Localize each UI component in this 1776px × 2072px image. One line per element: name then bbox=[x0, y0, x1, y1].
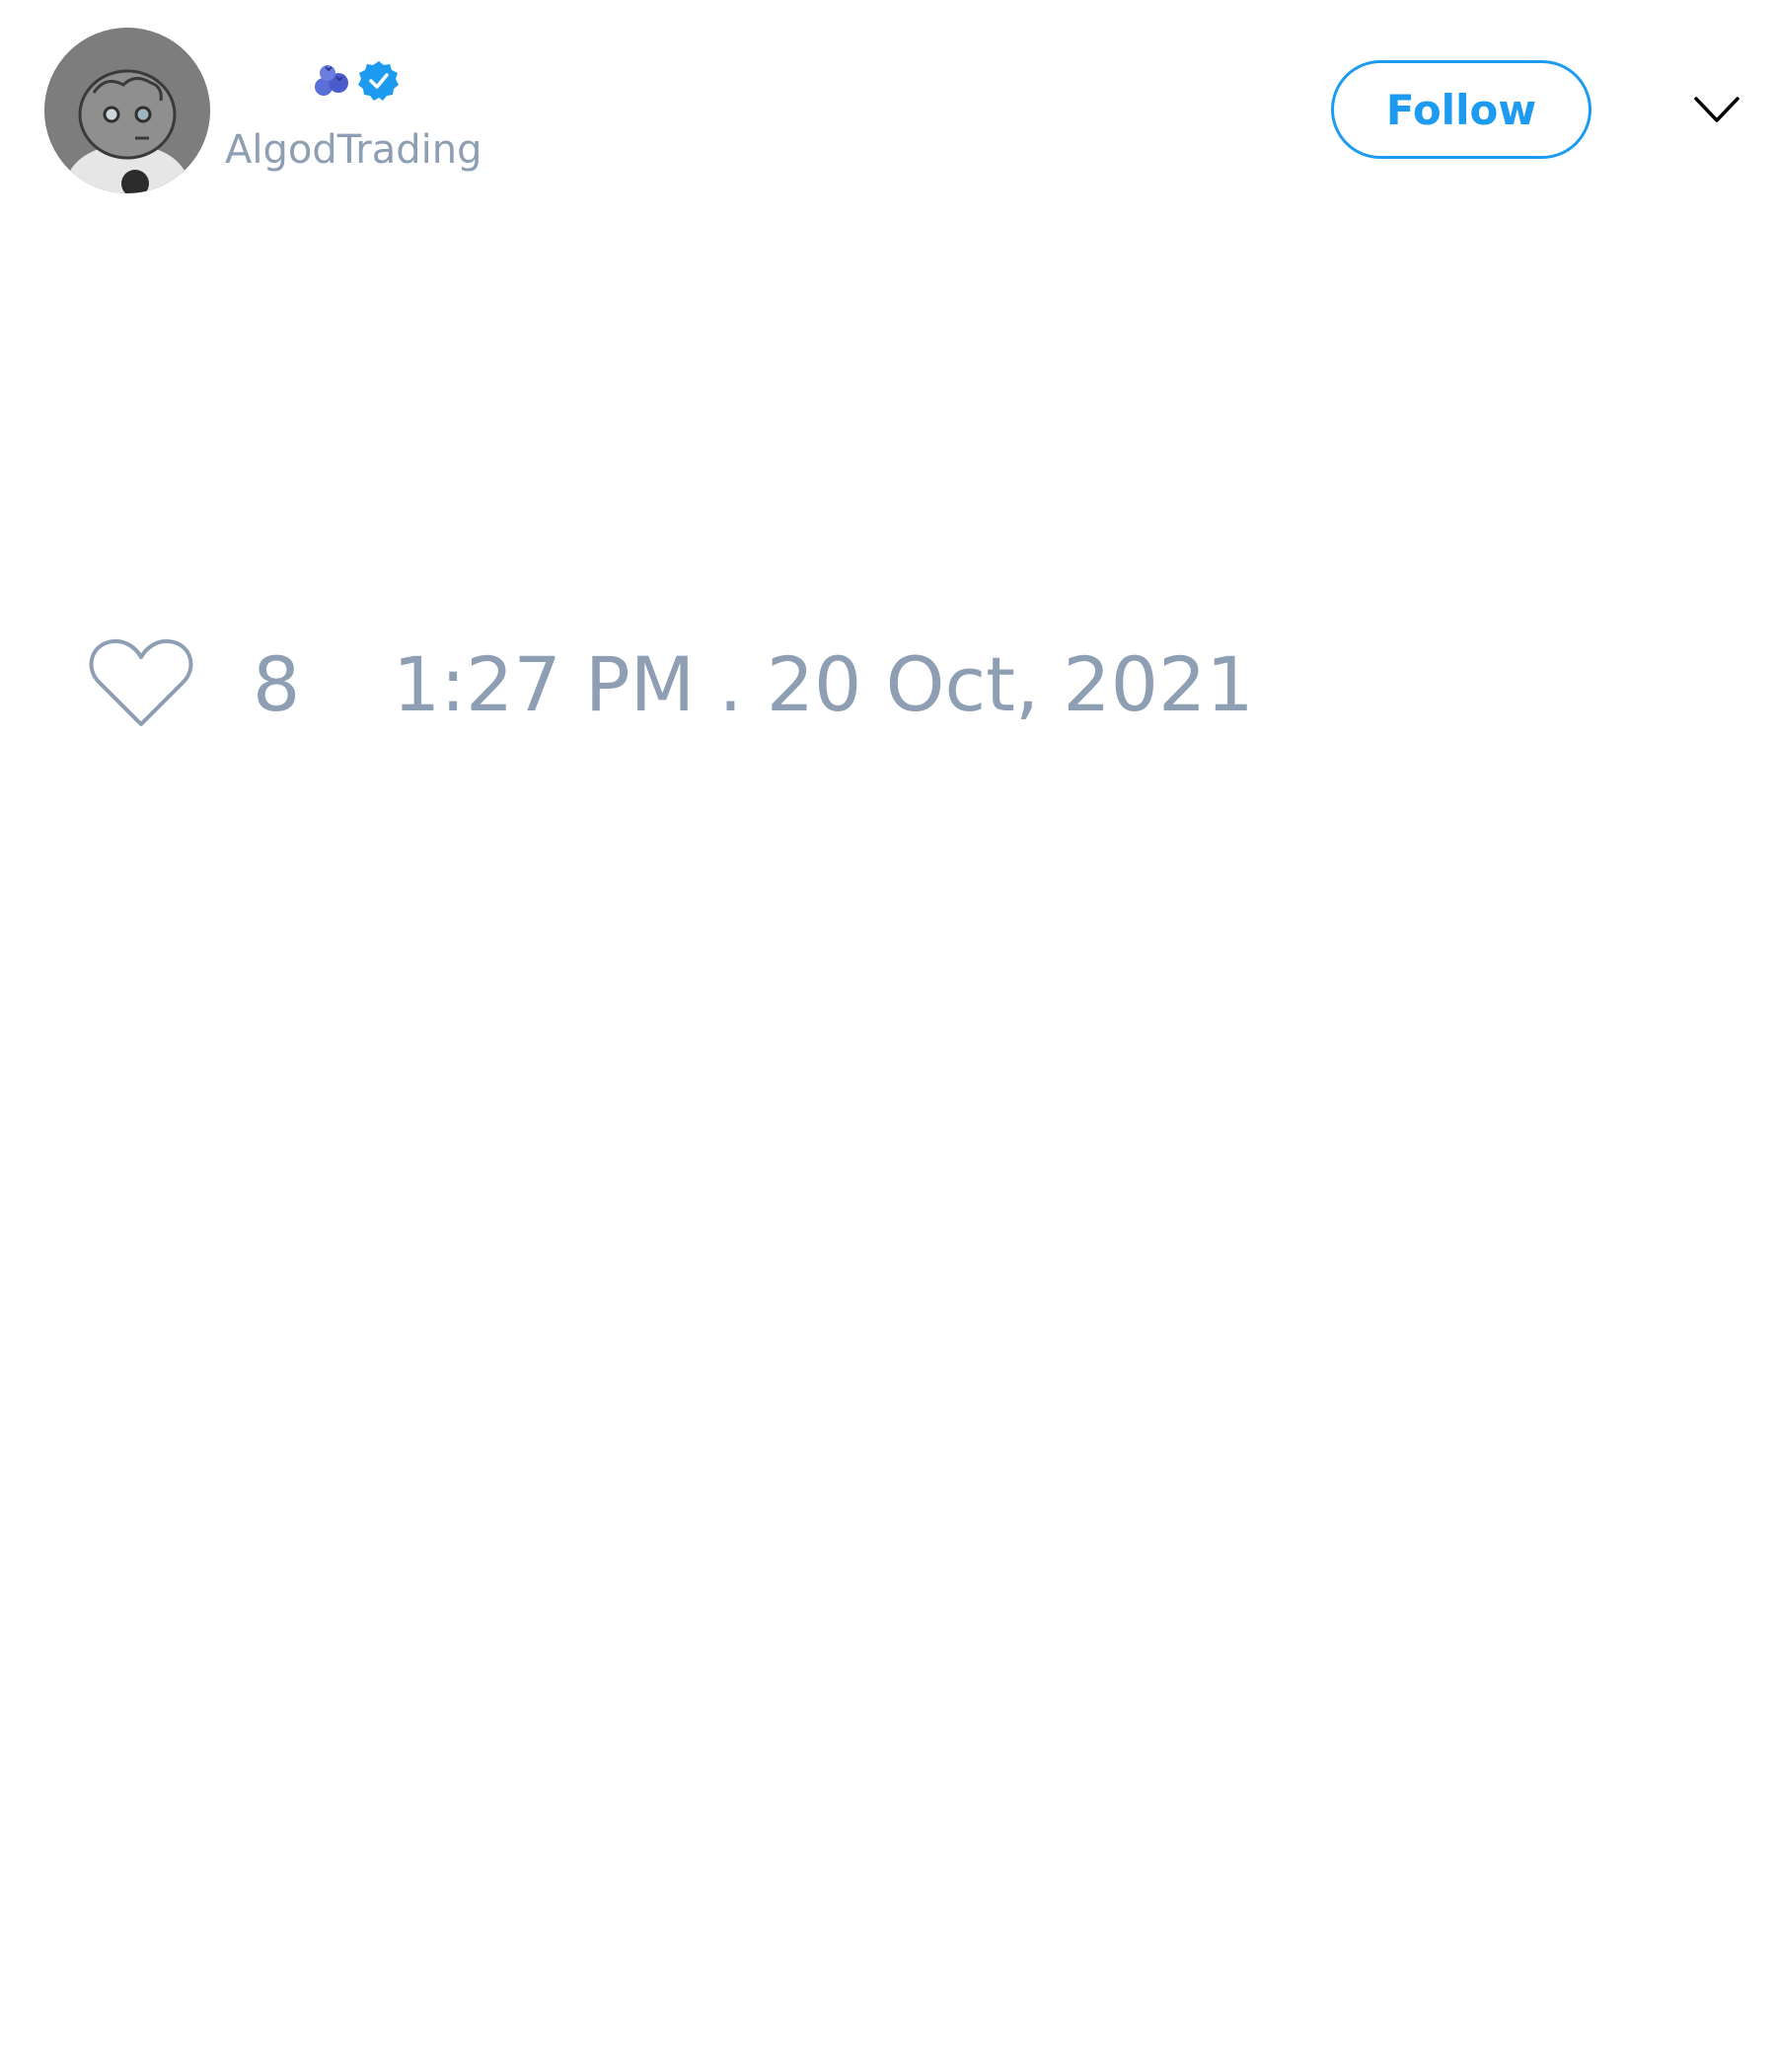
more-options-button[interactable] bbox=[1692, 91, 1741, 130]
heart-outline-icon bbox=[89, 638, 193, 726]
follow-button[interactable]: Follow bbox=[1331, 60, 1591, 159]
user-handle[interactable]: AlgodTrading bbox=[225, 126, 482, 174]
display-name[interactable] bbox=[312, 57, 401, 105]
avatar-image bbox=[44, 28, 210, 193]
blueberries-emoji bbox=[315, 65, 348, 96]
verified-badge-icon bbox=[358, 61, 399, 101]
like-button[interactable] bbox=[87, 635, 195, 730]
tweet-timestamp[interactable]: 1:27 PM . 20 Oct, 2021 bbox=[393, 639, 1254, 730]
chevron-down-icon bbox=[1694, 97, 1739, 122]
avatar[interactable] bbox=[44, 28, 210, 193]
like-count: 8 bbox=[253, 640, 301, 728]
